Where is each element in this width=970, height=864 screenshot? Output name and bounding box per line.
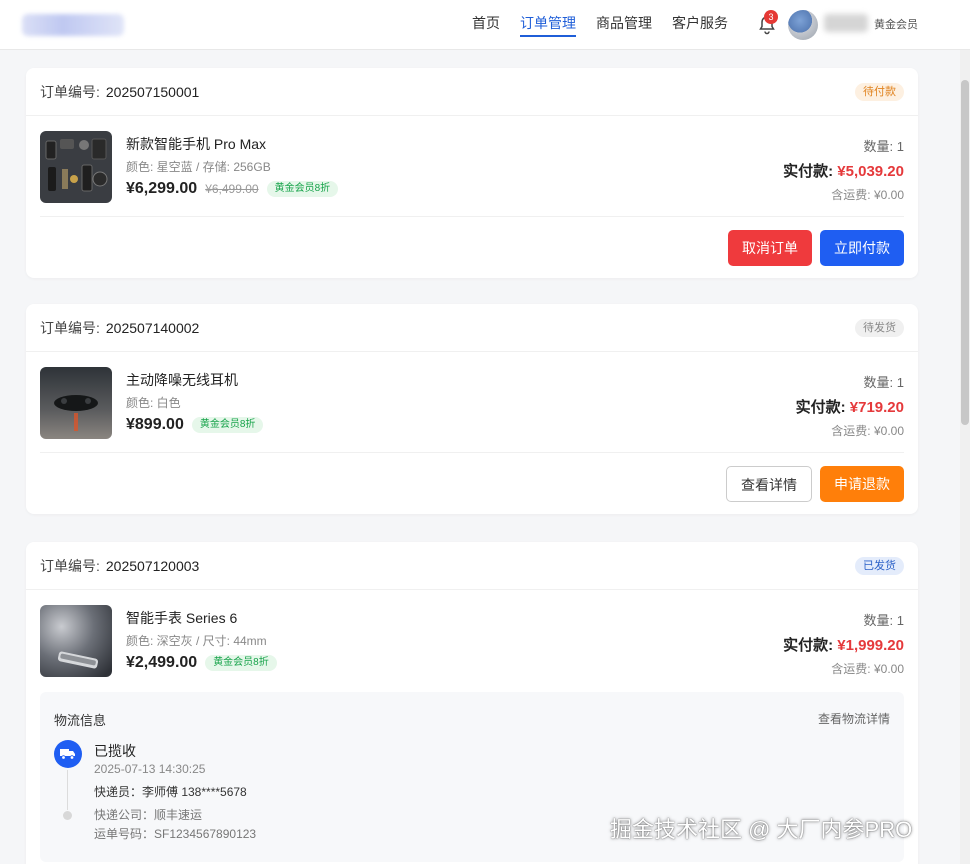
product-spec: 颜色: 深空灰 / 尺寸: 44mm [126, 634, 267, 648]
order-card-2: 订单编号: 202507140002 待发货 主动降噪无线耳机 颜色: 白色 ¥… [26, 304, 918, 514]
order-number-value: 202507150001 [105, 83, 200, 100]
order-actions: 查看详情 申请退款 [40, 452, 904, 514]
order-number-label: 订单编号: [40, 83, 100, 100]
avatar[interactable] [788, 10, 818, 40]
member-discount-tag: 黄金会员8折 [191, 417, 264, 433]
view-logistics-link[interactable]: 查看物流详情 [818, 710, 890, 727]
order-item[interactable]: 智能手表 Series 6 颜色: 深空灰 / 尺寸: 44mm ¥2,499.… [40, 590, 904, 690]
nav-customer-service[interactable]: 客户服务 [662, 0, 738, 50]
order-item[interactable]: 新款智能手机 Pro Max 颜色: 星空蓝 / 存储: 256GB ¥6,29… [40, 116, 904, 216]
order-header: 订单编号: 202507140002 待发货 [26, 304, 918, 352]
product-image-phone[interactable] [40, 131, 112, 203]
order-number: 订单编号: 202507140002 [40, 318, 199, 338]
quantity: 数量: 1 [864, 372, 904, 391]
paid-value: ¥5,039.20 [837, 163, 904, 180]
order-number-value: 202507140002 [105, 319, 200, 336]
order-number-value: 202507120003 [105, 557, 200, 574]
username [824, 14, 868, 32]
shipping-fee: 含运费: ¥0.00 [831, 424, 904, 438]
member-discount-tag: 黄金会员8折 [266, 181, 339, 197]
original-price: ¥6,499.00 [205, 182, 259, 196]
product-spec: 颜色: 白色 [126, 396, 181, 410]
logistics-status: 已揽收 [94, 743, 136, 759]
order-number-label: 订单编号: [40, 557, 100, 574]
quantity-label: 数量: [863, 613, 894, 628]
order-actions: 取消订单 立即付款 [40, 216, 904, 278]
order-card-1: 订单编号: 202507150001 待付款 新款智能手机 Pro Max 颜色:… [26, 68, 918, 278]
price-row: ¥2,499.00 黄金会员8折 [126, 654, 277, 672]
order-item[interactable]: 主动降噪无线耳机 颜色: 白色 ¥899.00 黄金会员8折 数量: 1 实付款… [40, 352, 904, 452]
shipping-fee: 含运费: ¥0.00 [831, 662, 904, 676]
product-image-watch[interactable] [40, 605, 112, 677]
cancel-order-button[interactable]: 取消订单 [728, 229, 812, 266]
quantity: 数量: 1 [864, 610, 904, 629]
member-level: 黄金会员 [874, 19, 918, 31]
quantity-value: 1 [896, 613, 904, 628]
unit-price: ¥6,299.00 [126, 180, 198, 197]
paid-value: ¥719.20 [849, 399, 904, 416]
logo[interactable] [22, 14, 124, 36]
paid-amount: 实付款: ¥5,039.20 [783, 160, 904, 181]
paid-label: 实付款: [783, 163, 834, 180]
courier-company: 快递公司：顺丰速运 [94, 808, 203, 822]
quantity: 数量: 1 [864, 136, 904, 155]
product-spec: 颜色: 星空蓝 / 存储: 256GB [126, 160, 271, 174]
logistics-time: 2025-07-13 14:30:25 [94, 762, 206, 776]
timeline-line [67, 770, 68, 810]
order-header: 订单编号: 202507120003 已发货 [26, 542, 918, 590]
price-row: ¥899.00 黄金会员8折 [126, 416, 264, 434]
quantity-label: 数量: [863, 139, 894, 154]
status-badge: 已发货 [855, 556, 904, 575]
paid-value: ¥1,999.20 [837, 637, 904, 654]
nav-home[interactable]: 首页 [462, 0, 510, 50]
quantity-value: 1 [896, 375, 904, 390]
unit-price: ¥899.00 [126, 416, 184, 433]
quantity-value: 1 [896, 139, 904, 154]
view-details-button[interactable]: 查看详情 [726, 465, 812, 502]
status-badge: 待付款 [855, 82, 904, 101]
timeline-dot [63, 811, 72, 820]
tracking-number: 运单号码：SF1234567890123 [94, 827, 257, 841]
notification-badge: 3 [764, 10, 778, 24]
member-discount-tag: 黄金会员8折 [205, 655, 277, 671]
price-row: ¥6,299.00 ¥6,499.00 黄金会员8折 [126, 180, 339, 198]
nav-orders[interactable]: 订单管理 [510, 0, 586, 50]
paid-label: 实付款: [795, 399, 846, 416]
quantity-label: 数量: [863, 375, 894, 390]
order-number: 订单编号: 202507150001 [40, 82, 199, 102]
product-name[interactable]: 智能手表 Series 6 [126, 608, 237, 628]
courier-info: 快递员：李师傅 138****5678 [94, 785, 247, 799]
main-nav: 首页 订单管理 商品管理 客户服务 [462, 0, 738, 50]
truck-icon [54, 740, 82, 768]
product-name[interactable]: 主动降噪无线耳机 [126, 370, 238, 390]
order-number-label: 订单编号: [40, 319, 100, 336]
scrollbar-thumb[interactable] [961, 80, 969, 425]
pay-now-button[interactable]: 立即付款 [820, 229, 904, 266]
shipping-fee: 含运费: ¥0.00 [831, 188, 904, 202]
paid-amount: 实付款: ¥719.20 [796, 396, 904, 417]
paid-label: 实付款: [783, 637, 834, 654]
logistics-title: 物流信息 [54, 713, 107, 728]
paid-amount: 实付款: ¥1,999.20 [783, 634, 904, 655]
status-badge: 待发货 [855, 318, 904, 337]
nav-products[interactable]: 商品管理 [586, 0, 662, 50]
top-header: 首页 订单管理 商品管理 客户服务 3 黄金会员 [0, 0, 970, 50]
order-header: 订单编号: 202507150001 待付款 [26, 68, 918, 116]
request-refund-button[interactable]: 申请退款 [820, 465, 904, 502]
watermark: 掘金技术社区 @ 大厂内参PRO [610, 817, 913, 842]
unit-price: ¥2,499.00 [126, 654, 198, 671]
product-name[interactable]: 新款智能手机 Pro Max [126, 134, 266, 154]
product-image-headphones[interactable] [40, 367, 112, 439]
order-number: 订单编号: 202507120003 [40, 556, 199, 576]
